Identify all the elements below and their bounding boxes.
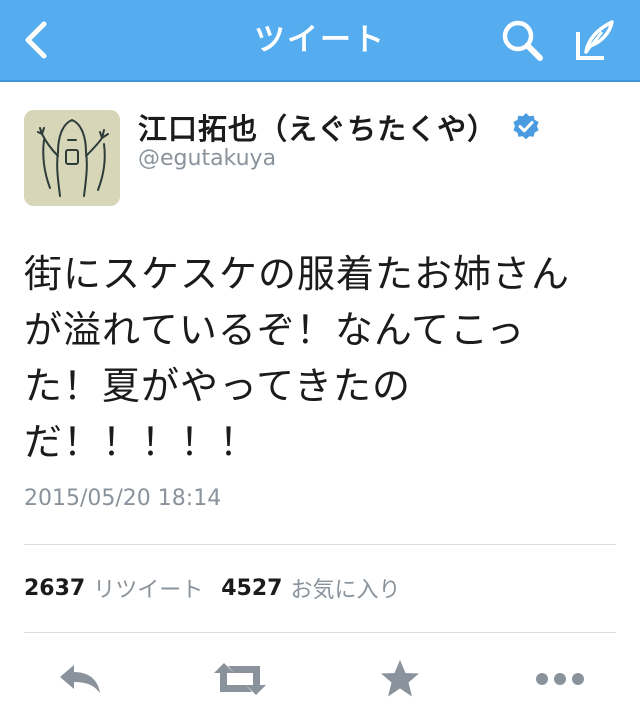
favorite-button[interactable] xyxy=(368,654,432,704)
compose-tweet-icon xyxy=(576,20,614,60)
compose-button[interactable] xyxy=(566,12,622,68)
favorite-label[interactable]: お気に入り xyxy=(290,572,400,604)
tweet-timestamp: 2015/05/20 18:14 xyxy=(24,486,222,511)
retweet-icon xyxy=(214,663,266,695)
navigation-bar: ツイート xyxy=(0,0,640,82)
retweet-button[interactable] xyxy=(208,654,272,704)
more-icon xyxy=(536,673,584,685)
divider xyxy=(24,632,616,633)
more-button[interactable] xyxy=(528,654,592,704)
reply-button[interactable] xyxy=(48,654,112,704)
favorite-count[interactable]: 4527 xyxy=(221,576,282,601)
author-handle[interactable]: @egutakuya xyxy=(138,146,276,171)
divider xyxy=(24,544,616,545)
tweet-actions xyxy=(0,654,640,704)
retweet-label[interactable]: リツイート xyxy=(93,572,203,604)
avatar[interactable] xyxy=(24,110,120,206)
tweet-stats: 2637 リツイート 4527 お気に入り xyxy=(24,568,419,608)
avatar-drawing xyxy=(24,110,120,206)
author-name[interactable]: 江口拓也（えぐちたくや） xyxy=(138,106,497,148)
tweet-text: 街にスケスケの服着たお姉さん が溢れているぞ！なんてこっ た！夏がやってきたの … xyxy=(24,252,571,464)
favorite-star-icon xyxy=(381,660,419,697)
tweet-detail: 江口拓也（えぐちたくや） @egutakuya 街にスケスケの服着たお姉さん が… xyxy=(0,82,640,704)
author-name-line: 江口拓也（えぐちたくや） xyxy=(138,106,541,148)
verified-badge-icon xyxy=(513,113,539,140)
search-button[interactable] xyxy=(494,12,550,68)
search-icon xyxy=(502,20,543,61)
retweet-count[interactable]: 2637 xyxy=(24,576,85,601)
reply-icon xyxy=(60,665,100,693)
